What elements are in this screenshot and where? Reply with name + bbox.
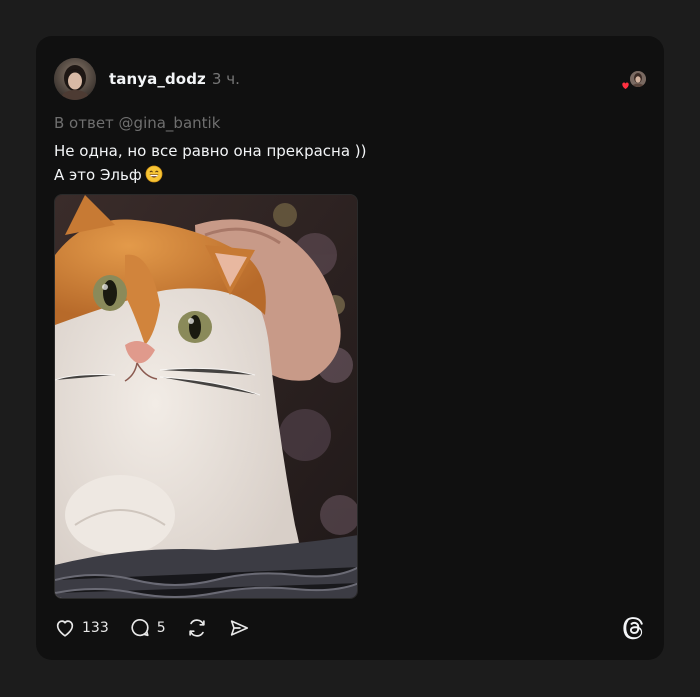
like-count: 133 xyxy=(82,620,109,636)
liked-by-indicator[interactable] xyxy=(620,69,646,91)
post-text-line-2-text: А это Эльф xyxy=(54,166,142,184)
share-icon xyxy=(228,617,250,639)
heart-icon xyxy=(54,617,76,639)
post-text-line-1: Не одна, но все равно она прекрасна )) xyxy=(54,142,367,160)
post-photo-cat[interactable] xyxy=(54,194,358,599)
liker-avatar xyxy=(630,71,646,87)
heart-icon xyxy=(620,76,631,91)
like-button[interactable]: 133 xyxy=(54,617,109,639)
grinning-face-emoji-icon xyxy=(145,165,163,190)
repost-icon xyxy=(186,617,208,639)
threads-logo-icon[interactable] xyxy=(622,616,646,640)
share-button[interactable] xyxy=(228,617,250,639)
post-header: tanya_dodz 3 ч. xyxy=(54,58,646,100)
reply-icon xyxy=(129,617,151,639)
post-actions: 133 5 xyxy=(54,616,646,640)
post-time: 3 ч. xyxy=(211,70,240,88)
repost-button[interactable] xyxy=(186,617,208,639)
post-text: Не одна, но все равно она прекрасна )) А… xyxy=(54,139,367,190)
reply-count: 5 xyxy=(156,620,166,636)
avatar[interactable] xyxy=(54,58,96,100)
post-card: tanya_dodz 3 ч. В ответ @gina_bantik Не … xyxy=(36,36,664,660)
reply-to-label[interactable]: В ответ @gina_bantik xyxy=(54,114,220,132)
reply-button[interactable]: 5 xyxy=(129,617,166,639)
username[interactable]: tanya_dodz xyxy=(109,70,206,88)
post-text-line-2: А это Эльф xyxy=(54,163,367,190)
